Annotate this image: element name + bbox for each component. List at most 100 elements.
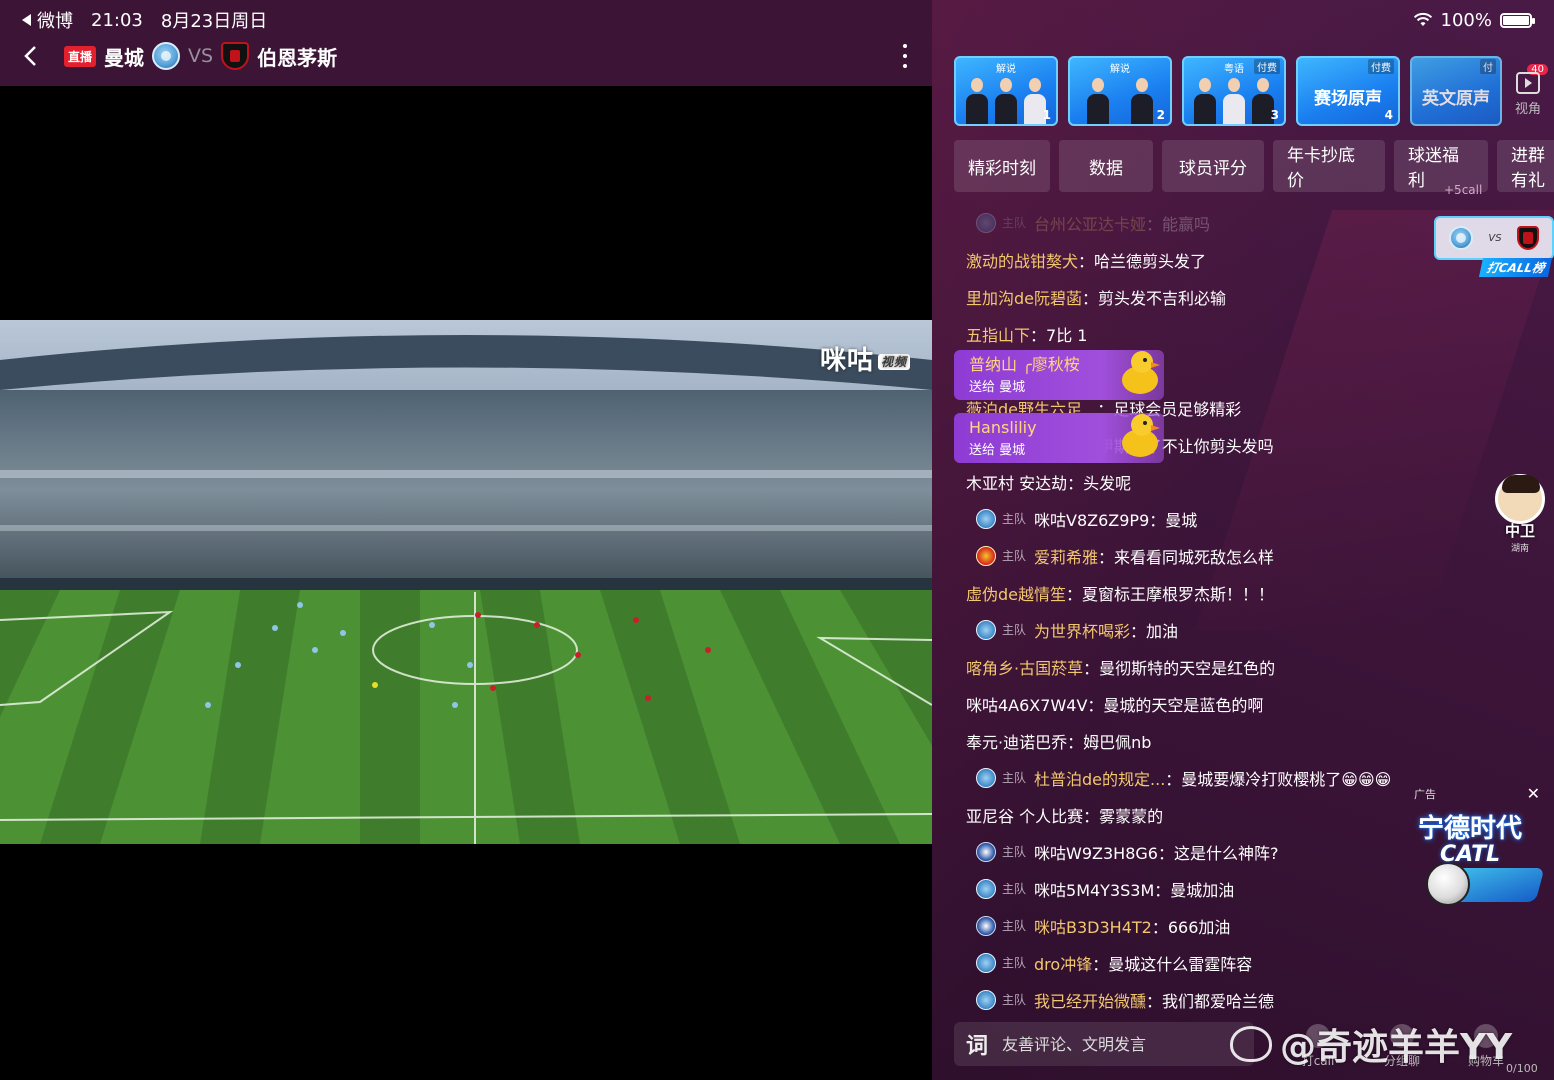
chat-username[interactable]: 咪咕B3D3H4T2	[1034, 914, 1152, 938]
chat-separator: ：	[1154, 880, 1171, 900]
chat-username[interactable]: 爱莉希雅	[1034, 544, 1098, 568]
chat-username[interactable]: 激动的战钳獒犬	[966, 248, 1078, 272]
chat-message[interactable]: 激动的战钳獒犬：哈兰德剪头发了	[966, 241, 1436, 278]
chat-message[interactable]: 奉元·迪诺巴乔：姆巴佩nb	[966, 722, 1436, 759]
battery-level	[1503, 15, 1529, 25]
tab-player-ratings[interactable]: 球员评分	[1162, 140, 1264, 192]
chat-username[interactable]: 杜普泊de的规定...	[1034, 766, 1165, 790]
team-crest-icon	[976, 212, 996, 233]
chat-text: 这是什么神阵?	[1173, 843, 1279, 863]
chat-username[interactable]: 我已经开始微醺	[1034, 988, 1146, 1012]
commentator-photos	[962, 72, 1050, 124]
advertisement[interactable]: 广告 ✕ 宁德时代 CATL	[1410, 784, 1552, 916]
commentator-avatar	[1222, 78, 1245, 124]
chat-username[interactable]: 咪咕W9Z3H8G6	[1034, 840, 1158, 864]
back-to-app[interactable]: 微博	[22, 7, 73, 33]
chat-username[interactable]: 奉元·迪诺巴乔	[966, 729, 1067, 753]
bournemouth-crest-icon	[221, 42, 250, 70]
commentator-avatar	[994, 78, 1017, 124]
ad-brand: CATL	[1440, 842, 1501, 867]
commentary-option-3[interactable]: 粤语 付费 3	[1182, 56, 1286, 126]
match-header: 直播 曼城 VS 伯恩茅斯	[18, 38, 337, 74]
ad-close-button[interactable]: ✕	[1527, 784, 1540, 803]
commentator-photos	[1076, 72, 1164, 124]
chat-message[interactable]: 五指山下： 7比 1	[966, 315, 1436, 352]
battery-icon	[1500, 12, 1535, 28]
chat-message[interactable]: 里加沟de阮碧菡：剪头发不吉利必输	[966, 278, 1436, 315]
chat-list[interactable]: 主队 台州公亚达卡娅：能赢吗 激动的战钳獒犬：哈兰德剪头发了 里加沟de阮碧菡：剪头发…	[966, 204, 1436, 1018]
chat-username[interactable]: 虚伪de越情笙	[966, 581, 1066, 605]
team-crest-icon	[976, 767, 996, 788]
mascot-region: 湖南	[1510, 544, 1529, 554]
team-tag: 主队	[1002, 919, 1027, 933]
chat-username[interactable]: 咪咕5M4Y3S3M	[1034, 877, 1154, 901]
gift-banner: 普纳山 ╭廖秋桉 送给 曼城	[954, 350, 1164, 400]
chat-username[interactable]: 台州公亚达卡娅	[1034, 211, 1146, 235]
commentary-option-5[interactable]: 付 英文原声	[1410, 56, 1502, 126]
comment-bar: 词	[954, 1022, 1254, 1066]
tab-join-group[interactable]: 进群有礼	[1497, 140, 1554, 192]
comment-input[interactable]	[1002, 1034, 1223, 1054]
tab-annual-pass[interactable]: 年卡抄底价	[1273, 140, 1385, 192]
chat-username[interactable]: 咪咕4A6X7W4V	[966, 692, 1087, 716]
gift-banner: Hansliliy 送给 曼城	[954, 413, 1164, 463]
chat-separator: ：	[1130, 621, 1147, 641]
team-tag: 主队	[1002, 993, 1027, 1007]
position-mascot[interactable]: 中卫 湖南	[1490, 474, 1550, 554]
chat-username[interactable]: dro冲锋	[1034, 951, 1092, 975]
camera-view-button[interactable]: 40 视角	[1506, 64, 1550, 117]
paid-tag: 付	[1480, 59, 1496, 74]
chat-message[interactable]: 主队 爱莉希雅：来看看同城死敌怎么样	[966, 537, 1436, 574]
chat-username[interactable]: 为世界杯喝彩	[1034, 618, 1130, 642]
chat-message[interactable]: 主队 台州公亚达卡娅：能赢吗	[966, 204, 1436, 241]
commentary-option-4[interactable]: 付费 赛场原声 4	[1296, 56, 1400, 126]
chat-username[interactable]: 里加沟de阮碧菡	[966, 285, 1082, 309]
chat-message[interactable]: 主队 咪咕W9Z3H8G6：这是什么神阵?	[966, 833, 1436, 870]
chat-message[interactable]: 亚尼谷 个人比赛：雾蒙蒙的	[966, 796, 1436, 833]
back-app-label: 微博	[37, 11, 73, 32]
chat-message[interactable]: 主队 为世界杯喝彩：加油	[966, 611, 1436, 648]
chat-text: 7比 1	[1046, 325, 1088, 345]
chat-username[interactable]: 喀角乡·古国菸草	[966, 655, 1083, 679]
back-button[interactable]	[18, 41, 42, 71]
battery-percent: 100%	[1440, 9, 1492, 31]
chat-text: 加油	[1146, 621, 1179, 641]
chat-message[interactable]: 虚伪de越情笙：夏窗标王摩根罗杰斯！！！	[966, 574, 1436, 611]
chat-message[interactable]: 喀角乡·古国菸草：曼彻斯特的天空是红色的	[966, 648, 1436, 685]
commentary-option-1[interactable]: 解说 1	[954, 56, 1058, 126]
chat-message[interactable]: 主队 我已经开始微醺：我们都爱哈兰德	[966, 981, 1436, 1018]
chat-message[interactable]: 主队 咪咕B3D3H4T2： 666加油	[966, 907, 1436, 944]
call-bonus-hint: +5call	[1444, 183, 1483, 197]
chat-message[interactable]: 主队 咪咕V8Z6Z9P9：曼城	[966, 500, 1436, 537]
status-bar: 微博 21:03 8月23日周日 100%	[0, 0, 1554, 40]
chat-separator: ：	[1066, 584, 1083, 604]
chat-text: 哈兰德剪头发了	[1094, 251, 1207, 271]
team-tag: 主队	[1002, 512, 1027, 526]
chat-username[interactable]: 木亚村 安达劫	[966, 470, 1067, 494]
video-player[interactable]: 咪咕 视频	[0, 86, 932, 1080]
word-icon[interactable]: 词	[966, 1028, 988, 1060]
more-options-button[interactable]	[895, 42, 915, 70]
team-crest-icon	[976, 508, 996, 529]
chat-username[interactable]: 亚尼谷 个人比赛	[966, 803, 1083, 827]
weibo-watermark: @奇迹羊羊YY	[1230, 1018, 1512, 1070]
commentary-number: 1	[1042, 108, 1051, 122]
call-leaderboard[interactable]: VS 打CALL榜	[1434, 216, 1554, 278]
chat-message[interactable]: 主队 杜普泊de的规定...：曼城要爆冷打败樱桃了😁😁😁	[966, 759, 1436, 796]
video-frame[interactable]: 咪咕 视频	[0, 320, 932, 844]
chat-separator: ：	[1067, 732, 1084, 752]
chat-separator: ：	[1157, 843, 1174, 863]
team-tag: 主队	[1002, 771, 1027, 785]
chat-username[interactable]: 五指山下	[966, 322, 1030, 346]
commentary-number: 2	[1156, 108, 1165, 122]
chat-message[interactable]: 咪咕4A6X7W4V：曼城的天空是蓝色的啊	[966, 685, 1436, 722]
commentator-avatar	[1193, 78, 1216, 124]
chat-text: 666加油	[1167, 917, 1231, 937]
commentary-option-2[interactable]: 解说 2	[1068, 56, 1172, 126]
chat-message[interactable]: 主队 咪咕5M4Y3S3M：曼城加油	[966, 870, 1436, 907]
tab-stats[interactable]: 数据	[1059, 140, 1153, 192]
chat-message[interactable]: 木亚村 安达劫：头发呢	[966, 463, 1436, 500]
chat-username[interactable]: 咪咕V8Z6Z9P9	[1034, 507, 1149, 531]
chat-message[interactable]: 主队 dro冲锋：曼城这什么雷霆阵容	[966, 944, 1436, 981]
tab-highlights[interactable]: 精彩时刻	[954, 140, 1050, 192]
